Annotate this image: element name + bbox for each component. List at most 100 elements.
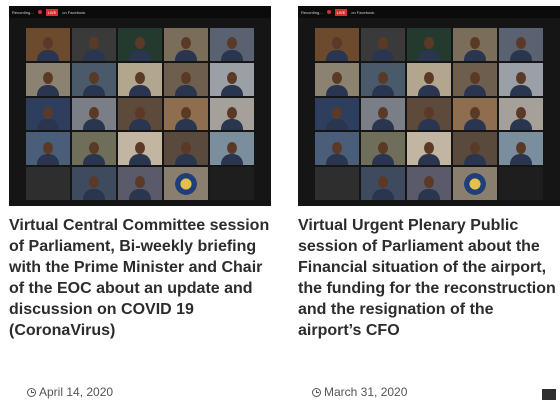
- participant-torso: [418, 154, 440, 166]
- video-toolbar: Recording... LIVE on Facebook: [9, 6, 271, 18]
- participant-torso: [37, 84, 59, 96]
- participant-head: [424, 141, 434, 154]
- participant-head: [332, 141, 342, 154]
- participant-grid: [315, 28, 543, 200]
- participant-torso: [418, 84, 440, 96]
- participant-torso: [464, 49, 486, 61]
- participant-head: [43, 71, 53, 84]
- participant-head: [470, 141, 480, 154]
- recording-dot-icon: [37, 10, 42, 14]
- participant-head: [516, 141, 526, 154]
- participant-head: [227, 106, 237, 119]
- recording-label: Recording...: [301, 9, 323, 15]
- participant-tile: [210, 28, 254, 61]
- participant-head: [135, 141, 145, 154]
- post-title[interactable]: Virtual Urgent Plenary Public session of…: [298, 215, 560, 341]
- participant-tile: [315, 28, 359, 61]
- participant-tile: [26, 97, 70, 131]
- participant-torso: [221, 84, 243, 96]
- participant-head: [378, 71, 388, 84]
- participant-head: [89, 37, 99, 50]
- participant-tile: [315, 167, 359, 200]
- participant-tile: [499, 167, 543, 200]
- participant-tile: [453, 28, 497, 61]
- post-card[interactable]: Recording... LIVE on Facebook Virtual Ur…: [292, 0, 560, 400]
- participant-tile: [361, 167, 405, 200]
- participant-tile: [407, 62, 451, 96]
- participant-torso: [418, 119, 440, 131]
- participant-torso: [83, 188, 105, 200]
- participant-tile: [118, 132, 162, 166]
- participant-tile: [407, 132, 451, 166]
- participant-head: [181, 106, 191, 119]
- participant-head: [227, 141, 237, 154]
- participant-torso: [129, 49, 151, 61]
- participant-torso: [221, 49, 243, 61]
- participant-head: [424, 176, 434, 189]
- participant-head: [516, 106, 526, 119]
- participant-tile: [118, 167, 162, 200]
- post-date: April 14, 2020: [27, 385, 113, 399]
- participant-tile: [453, 167, 497, 200]
- participant-torso: [221, 154, 243, 166]
- participant-head: [378, 141, 388, 154]
- participant-tile: [118, 28, 162, 61]
- participant-tile: [407, 97, 451, 131]
- participant-head: [135, 37, 145, 50]
- participant-tile: [361, 28, 405, 61]
- participant-tile: [164, 167, 208, 200]
- participant-torso: [510, 154, 532, 166]
- participant-head: [378, 176, 388, 189]
- participant-tile: [26, 62, 70, 96]
- participant-head: [378, 37, 388, 50]
- post-card[interactable]: Recording... LIVE on Facebook Virtual Ce…: [3, 0, 271, 400]
- participant-tile: [26, 132, 70, 166]
- participant-torso: [83, 154, 105, 166]
- post-thumbnail[interactable]: Recording... LIVE on Facebook: [298, 6, 560, 206]
- participant-tile: [210, 132, 254, 166]
- participant-tile: [407, 28, 451, 61]
- recording-label: Recording...: [12, 9, 34, 15]
- participant-head: [43, 37, 53, 50]
- participant-head: [332, 37, 342, 50]
- participant-torso: [83, 84, 105, 96]
- participant-head: [89, 71, 99, 84]
- participant-torso: [510, 84, 532, 96]
- participant-tile: [164, 28, 208, 61]
- participant-tile: [499, 97, 543, 131]
- recording-dot-icon: [326, 10, 331, 14]
- participant-tile: [315, 62, 359, 96]
- post-thumbnail[interactable]: Recording... LIVE on Facebook: [9, 6, 271, 206]
- participant-head: [89, 141, 99, 154]
- participant-torso: [372, 49, 394, 61]
- participant-head: [332, 71, 342, 84]
- participant-torso: [37, 49, 59, 61]
- participant-torso: [510, 49, 532, 61]
- post-title[interactable]: Virtual Central Committee session of Par…: [9, 215, 271, 341]
- participant-head: [470, 106, 480, 119]
- participant-torso: [175, 119, 197, 131]
- parliament-seal-icon: [175, 172, 197, 195]
- participant-head: [378, 106, 388, 119]
- participant-tile: [315, 97, 359, 131]
- participant-head: [227, 71, 237, 84]
- participant-tile: [118, 97, 162, 131]
- platform-label: on Facebook: [351, 9, 375, 15]
- participant-torso: [175, 84, 197, 96]
- participant-head: [470, 71, 480, 84]
- participant-head: [43, 106, 53, 119]
- participant-torso: [129, 84, 151, 96]
- participant-torso: [372, 119, 394, 131]
- participant-head: [470, 37, 480, 50]
- participant-tile: [26, 167, 70, 200]
- post-date-text: March 31, 2020: [324, 385, 408, 399]
- participant-torso: [175, 49, 197, 61]
- participant-torso: [372, 154, 394, 166]
- participant-tile: [164, 132, 208, 166]
- scroll-to-top-button[interactable]: [542, 389, 556, 400]
- participant-head: [227, 37, 237, 50]
- participant-head: [181, 37, 191, 50]
- participant-tile: [164, 62, 208, 96]
- clock-icon: [312, 387, 321, 397]
- video-toolbar: Recording... LIVE on Facebook: [298, 6, 560, 18]
